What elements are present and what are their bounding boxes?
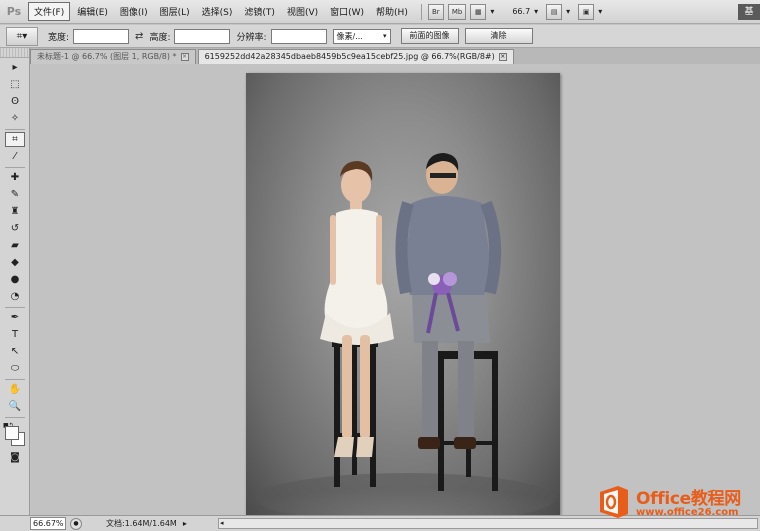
menu-view[interactable]: 视图(V) xyxy=(282,3,323,20)
document-size: 文档:1.64M/1.64M xyxy=(106,519,177,528)
path-select-tool-icon[interactable]: ↖ xyxy=(5,344,25,359)
watermark-url: www.office26.com xyxy=(636,507,739,518)
crop-icon: ⌗▾ xyxy=(16,30,28,42)
pen-tool-icon[interactable]: ✒ xyxy=(5,310,25,325)
menu-separator xyxy=(420,3,422,20)
canvas-area[interactable] xyxy=(31,64,760,515)
toolbox-separator xyxy=(5,129,25,130)
tab-untitled-1[interactable]: 未标题-1 @ 66.7% (图层 1, RGB/8) * × xyxy=(30,49,196,64)
arrange-dropdown-arrow[interactable]: ▾ xyxy=(566,7,570,16)
menu-layer[interactable]: 图层(L) xyxy=(155,3,195,20)
status-menu-arrow[interactable]: ▸ xyxy=(183,519,187,528)
clone-stamp-tool-icon[interactable]: ♜ xyxy=(5,204,25,219)
healing-brush-tool-icon[interactable]: ✚ xyxy=(5,170,25,185)
left-stool xyxy=(332,339,378,487)
toolbox-separator xyxy=(5,167,25,168)
paint-bucket-tool-icon[interactable]: ◆ xyxy=(5,255,25,270)
quick-select-tool-icon[interactable]: ✧ xyxy=(5,111,25,126)
menu-edit[interactable]: 编辑(E) xyxy=(72,3,113,20)
watermark-title: Office教程网 xyxy=(636,489,741,509)
eraser-tool-icon[interactable]: ▰ xyxy=(5,238,25,253)
menu-help[interactable]: 帮助(H) xyxy=(371,3,413,20)
menu-bar: Ps 文件(F) 编辑(E) 图像(I) 图层(L) 选择(S) 滤镜(T) 视… xyxy=(0,0,760,24)
screen-mode-dropdown-arrow[interactable]: ▾ xyxy=(598,7,602,16)
menu-filter[interactable]: 滤镜(T) xyxy=(239,3,280,20)
hand-tool-icon[interactable]: ✋ xyxy=(5,382,25,397)
history-brush-tool-icon[interactable]: ↺ xyxy=(5,221,25,236)
width-label: 宽度: xyxy=(48,32,70,43)
width-input[interactable] xyxy=(73,28,130,44)
blur-tool-icon[interactable]: ● xyxy=(5,272,25,287)
options-bar: ⌗▾ 宽度: ⇄ 高度: 分辨率: 像素/... ▾ 前面的图像 清除 xyxy=(0,25,760,48)
wedding-photo-illustration xyxy=(256,153,556,515)
grid-icon: ▦ xyxy=(475,7,482,16)
office-logo-icon xyxy=(600,486,628,518)
scroll-left-icon[interactable]: ◂ xyxy=(220,519,224,528)
close-icon[interactable]: × xyxy=(180,53,189,61)
workspace-button[interactable]: 基 xyxy=(738,4,760,20)
front-image-button[interactable]: 前面的图像 xyxy=(400,28,459,44)
tool-preset-picker[interactable]: ⌗▾ xyxy=(6,26,38,46)
tab-photo-jpg[interactable]: 6159252dd42a28345dbaeb8459b5c9ea15cebf25… xyxy=(197,49,514,64)
screen-mode-icon: ▣ xyxy=(582,7,590,16)
mini-bridge-button[interactable]: Mb xyxy=(447,3,467,20)
extras-dropdown-arrow[interactable]: ▾ xyxy=(490,7,494,16)
extras-button[interactable]: ▦ xyxy=(470,3,487,20)
move-tool-icon[interactable]: ▸ xyxy=(5,60,25,75)
lasso-tool-icon[interactable]: ʘ xyxy=(5,94,25,109)
menu-file[interactable]: 文件(F) xyxy=(28,2,71,21)
man-figure xyxy=(395,153,502,449)
tab-label: 未标题-1 @ 66.7% (图层 1, RGB/8) * xyxy=(37,52,177,61)
resolution-unit-select[interactable]: 像素/... ▾ xyxy=(332,28,391,44)
app-logo: Ps xyxy=(6,5,22,18)
color-swatches: ■↰ xyxy=(3,422,27,448)
zoom-tool-icon[interactable]: 🔍 xyxy=(5,399,25,414)
swap-icon[interactable]: ⇄ xyxy=(135,31,143,42)
menu-image[interactable]: 图像(I) xyxy=(115,3,153,20)
bridge-button[interactable]: Br xyxy=(427,3,444,20)
toolbox-grip[interactable] xyxy=(0,48,29,58)
foreground-color-swatch[interactable] xyxy=(5,426,19,440)
status-zoom-field[interactable]: 66.67% xyxy=(30,517,66,530)
quick-mask-icon[interactable]: ◙ xyxy=(5,450,25,465)
document-image[interactable] xyxy=(246,73,560,515)
toolbox: ▸ ⬚ ʘ ✧ ⌗ ⁄ ✚ ✎ ♜ ↺ ▰ ◆ ● ◔ ✒ T ↖ ⬭ ✋ 🔍 ■↰ ◙ xyxy=(0,48,30,515)
toolbox-separator xyxy=(5,307,25,308)
brush-tool-icon[interactable]: ✎ xyxy=(5,187,25,202)
watermark: Office教程网 www.office26.com xyxy=(590,478,760,528)
arrange-icon: ▤ xyxy=(550,7,558,16)
ellipse-tool-icon[interactable]: ⬭ xyxy=(5,361,25,376)
photoshop-window: Ps 文件(F) 编辑(E) 图像(I) 图层(L) 选择(S) 滤镜(T) 视… xyxy=(0,0,760,531)
type-tool-icon[interactable]: T xyxy=(5,327,25,342)
resolution-label: 分辨率: xyxy=(236,32,267,43)
screen-mode-button[interactable]: ▣ xyxy=(578,3,595,20)
tab-label: 6159252dd42a28345dbaeb8459b5c9ea15cebf25… xyxy=(204,52,495,61)
menu-window[interactable]: 窗口(W) xyxy=(325,3,369,20)
zoom-level[interactable]: 66.7 xyxy=(512,7,530,16)
eyedropper-tool-icon[interactable]: ⁄ xyxy=(5,149,25,164)
height-input[interactable] xyxy=(174,28,231,44)
resolution-input[interactable] xyxy=(270,28,327,44)
zoom-dropdown-arrow[interactable]: ▾ xyxy=(534,7,538,16)
dodge-tool-icon[interactable]: ◔ xyxy=(5,289,25,304)
toolbox-separator xyxy=(5,379,25,380)
crop-tool-icon[interactable]: ⌗ xyxy=(5,132,25,147)
tools-list: ▸ ⬚ ʘ ✧ ⌗ ⁄ ✚ ✎ ♜ ↺ ▰ ◆ ● ◔ ✒ T ↖ ⬭ ✋ 🔍 xyxy=(0,60,29,414)
marquee-tool-icon[interactable]: ⬚ xyxy=(5,77,25,92)
height-label: 高度: xyxy=(149,32,171,43)
status-info-icon[interactable]: ● xyxy=(70,517,82,530)
toolbox-separator xyxy=(5,417,25,418)
arrange-button[interactable]: ▤ xyxy=(546,3,563,20)
document-tabs: 未标题-1 @ 66.7% (图层 1, RGB/8) * × 6159252d… xyxy=(30,48,760,64)
resolution-unit-value: 像素/... xyxy=(336,31,363,41)
chevron-down-icon: ▾ xyxy=(383,31,387,40)
close-icon[interactable]: × xyxy=(498,53,507,61)
menu-select[interactable]: 选择(S) xyxy=(197,3,238,20)
clear-button[interactable]: 清除 xyxy=(464,28,533,44)
